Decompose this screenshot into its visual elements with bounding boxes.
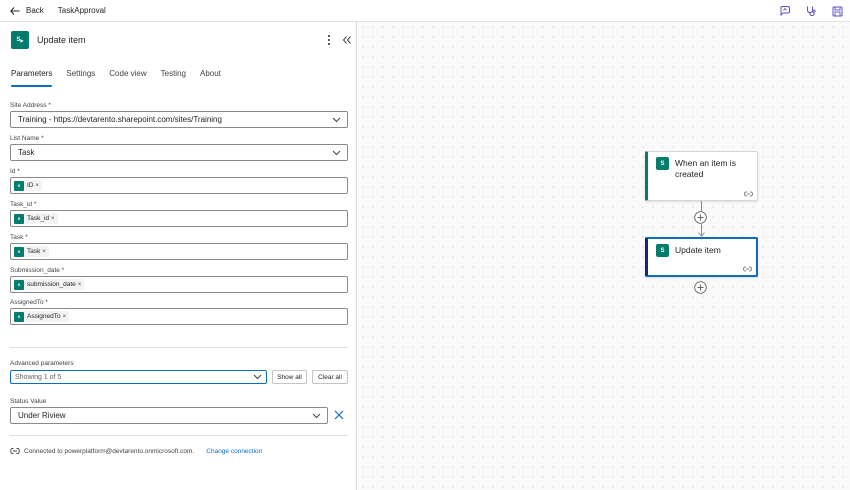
back-arrow-icon	[10, 6, 20, 15]
status-value-dropdown[interactable]: Under Riview	[10, 407, 328, 424]
token-label: Task_id	[27, 215, 50, 222]
task-id-label: Task_id *	[10, 201, 37, 208]
action-title: Update item	[675, 245, 721, 255]
update-item-card[interactable]: S Update item	[645, 237, 758, 277]
clear-all-button[interactable]: Clear all	[312, 370, 348, 384]
site-address-value: Training - https://devtarento.sharepoint…	[18, 115, 222, 124]
chevron-down-icon	[332, 150, 341, 156]
status-value: Under Riview	[18, 411, 66, 420]
sharepoint-icon: S	[14, 180, 24, 191]
show-all-button[interactable]: Show all	[272, 370, 307, 384]
list-name-value: Task	[18, 148, 35, 157]
close-icon[interactable]	[333, 409, 345, 421]
id-input[interactable]: S ID ×	[10, 177, 348, 194]
action-details-panel: S ▶ Update item Parameters Settings Code …	[0, 22, 357, 490]
submission-date-token[interactable]: S submission_date ×	[14, 279, 85, 290]
status-value-label: Status Value	[10, 398, 47, 405]
token-label: submission_date	[27, 281, 76, 288]
flow-canvas[interactable]: S When an item is created S Update item	[358, 22, 850, 490]
id-label: Id *	[10, 168, 20, 175]
connection-icon	[10, 448, 20, 454]
save-icon	[832, 6, 842, 16]
advanced-parameters-dropdown[interactable]: Showing 1 of 5	[10, 370, 267, 384]
tab-about[interactable]: About	[200, 69, 221, 87]
top-bar: Back TaskApproval	[0, 0, 850, 22]
tab-parameters[interactable]: Parameters	[11, 69, 53, 87]
task-id-input[interactable]: S Task_id ×	[10, 210, 348, 227]
chevron-down-icon	[332, 117, 341, 123]
sharepoint-icon: S	[656, 157, 669, 170]
chevron-down-icon	[253, 374, 262, 380]
connection-icon	[743, 266, 752, 272]
tab-code-view[interactable]: Code view	[109, 69, 146, 87]
flow-checker-button[interactable]	[798, 0, 824, 22]
token-remove-icon[interactable]: ×	[42, 249, 46, 255]
submission-date-input[interactable]: S submission_date ×	[10, 276, 348, 293]
id-token[interactable]: S ID ×	[14, 180, 43, 191]
advanced-parameters-label: Advanced parameters	[10, 360, 74, 367]
flow-name: TaskApproval	[57, 6, 106, 15]
feedback-button[interactable]	[772, 0, 798, 22]
sharepoint-icon: S	[14, 279, 24, 290]
task-input[interactable]: S Task ×	[10, 243, 348, 260]
trigger-title: When an item is created	[675, 158, 736, 179]
add-icon[interactable]	[694, 211, 707, 224]
task-token[interactable]: S Task ×	[14, 246, 49, 257]
more-options-icon[interactable]	[325, 33, 333, 47]
task-id-token[interactable]: S Task_id ×	[14, 213, 58, 224]
trigger-card[interactable]: S When an item is created	[645, 151, 758, 201]
assigned-to-input[interactable]: S AssignedTo ×	[10, 308, 348, 325]
panel-title: Update item	[37, 35, 86, 45]
site-address-dropdown[interactable]: Training - https://devtarento.sharepoint…	[10, 111, 348, 128]
site-address-label: Site Address *	[10, 102, 51, 109]
token-remove-icon[interactable]: ×	[78, 282, 82, 288]
back-button[interactable]: Back	[10, 6, 44, 15]
assigned-to-token[interactable]: S AssignedTo ×	[14, 311, 70, 322]
section-divider	[10, 435, 348, 436]
tab-list: Parameters Settings Code view Testing Ab…	[11, 69, 235, 87]
sharepoint-icon: S	[14, 213, 24, 224]
token-remove-icon[interactable]: ×	[36, 183, 40, 189]
sharepoint-icon: S	[656, 244, 669, 257]
back-label: Back	[26, 6, 44, 15]
token-remove-icon[interactable]: ×	[51, 216, 55, 222]
token-label: ID	[27, 182, 34, 189]
panel-header: S ▶ Update item	[11, 31, 86, 49]
connector-line	[701, 201, 702, 211]
change-connection-link[interactable]: Change connection	[206, 448, 262, 455]
token-remove-icon[interactable]: ×	[63, 314, 67, 320]
list-name-dropdown[interactable]: Task	[10, 144, 348, 161]
task-label: Task *	[10, 234, 28, 241]
connection-info: Connected to powerplatform@devtarento.on…	[10, 447, 262, 455]
token-label: AssignedTo	[27, 313, 61, 320]
add-icon[interactable]	[694, 281, 707, 294]
assigned-to-label: AssignedTo *	[10, 299, 48, 306]
list-name-label: List Name *	[10, 135, 44, 142]
sharepoint-icon: S ▶	[11, 31, 29, 49]
submission-date-label: Submission_date *	[10, 267, 65, 274]
token-label: Task	[27, 248, 41, 255]
tab-testing[interactable]: Testing	[161, 69, 186, 87]
sharepoint-icon: S	[14, 246, 24, 257]
tab-settings[interactable]: Settings	[66, 69, 95, 87]
save-button[interactable]	[824, 0, 850, 22]
chevron-down-icon	[312, 413, 321, 419]
connection-text: Connected to powerplatform@devtarento.on…	[24, 447, 195, 455]
sharepoint-icon: S	[14, 311, 24, 322]
flow-checker-icon	[807, 6, 816, 17]
connection-icon	[744, 191, 753, 197]
advanced-parameters-value: Showing 1 of 5	[15, 373, 62, 381]
section-divider	[10, 347, 348, 348]
feedback-icon	[780, 6, 790, 17]
collapse-icon[interactable]	[341, 33, 353, 47]
